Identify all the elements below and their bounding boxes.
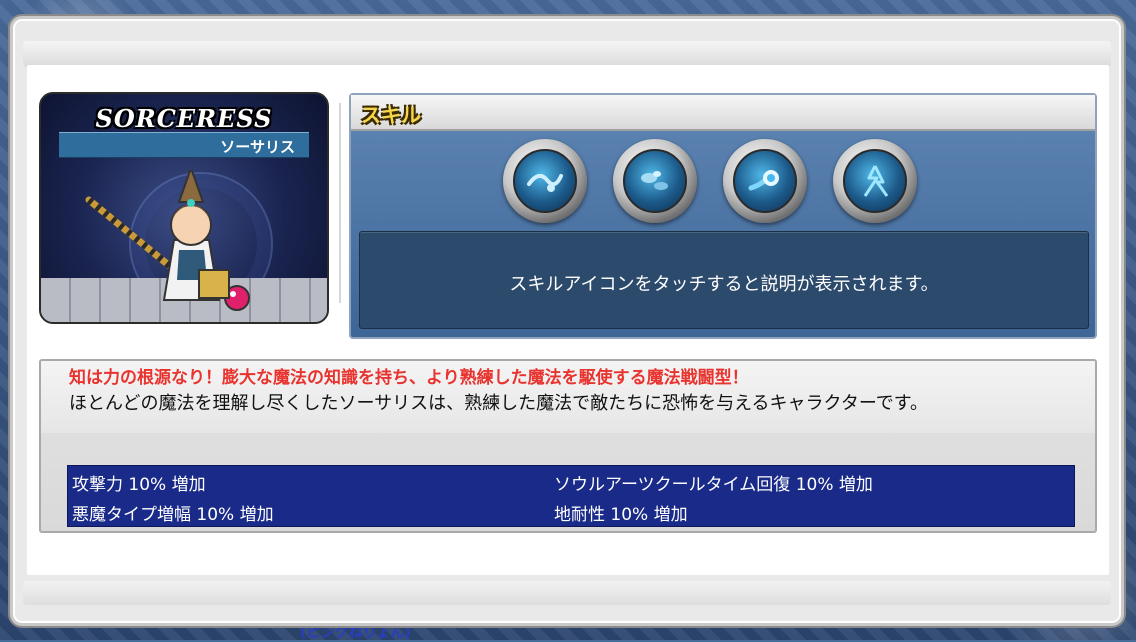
skill-panel-header: スキル xyxy=(351,95,1095,131)
stat-bonus-4: 地耐性 10% 増加 xyxy=(554,505,688,525)
stat-bonus-box: 攻撃力 10% 増加 ソウルアーツクールタイム回復 10% 増加 悪魔タイプ増幅… xyxy=(67,465,1075,527)
character-portrait-card: SORCERESS ソーサリス xyxy=(39,92,329,324)
skill-button-3[interactable] xyxy=(723,139,807,223)
dialog-content: SORCERESS ソーサリス スキル スキルアイコンをタッチすると説明が表示さ… xyxy=(27,65,1109,575)
water-swirl-icon xyxy=(513,149,577,213)
skill-button-4[interactable] xyxy=(833,139,917,223)
skill-button-2[interactable] xyxy=(613,139,697,223)
skill-panel: スキル スキルアイコンをタッチすると説明が表示されます。 xyxy=(349,93,1097,339)
section-divider xyxy=(339,103,341,303)
class-title: SORCERESS xyxy=(95,104,273,133)
skill-description-box: スキルアイコンをタッチすると説明が表示されます。 xyxy=(359,231,1089,329)
skill-button-1[interactable] xyxy=(503,139,587,223)
stat-bonus-3: 悪魔タイプ増幅 10% 増加 xyxy=(72,505,274,525)
fireball-icon xyxy=(733,149,797,213)
class-info-dialog: SORCERESS ソーサリス スキル スキルアイコンをタッチすると説明が表示さ… xyxy=(10,16,1124,626)
class-name-bar: ソーサリス xyxy=(59,132,309,158)
dialog-bottom-bar xyxy=(23,581,1111,605)
stat-bonus-1: 攻撃力 10% 増加 xyxy=(72,475,206,495)
class-description-panel: 知は力の根源なり！膨大な魔法の知識を持ち、より熟練した魔法を駆使する魔法戦闘型！… xyxy=(39,359,1097,533)
blue-stone-icon xyxy=(623,149,687,213)
class-description-text: ほとんどの魔法を理解し尽くしたソーサリスは、熟練した魔法で敵たちに恐怖を与えるキ… xyxy=(69,393,928,414)
dialog-top-bar xyxy=(23,41,1111,67)
skill-hint-text: スキルアイコンをタッチすると説明が表示されます。 xyxy=(509,274,939,295)
class-name-jp: ソーサリス xyxy=(220,138,295,156)
sorceress-sprite xyxy=(85,170,250,311)
skill-header-label: スキル xyxy=(361,103,421,127)
stat-bonus-2: ソウルアーツクールタイム回復 10% 増加 xyxy=(554,475,873,495)
lightning-icon xyxy=(843,149,907,213)
class-tagline: 知は力の根源なり！膨大な魔法の知識を持ち、より熟練した魔法を駆使する魔法戦闘型！ xyxy=(69,368,749,388)
